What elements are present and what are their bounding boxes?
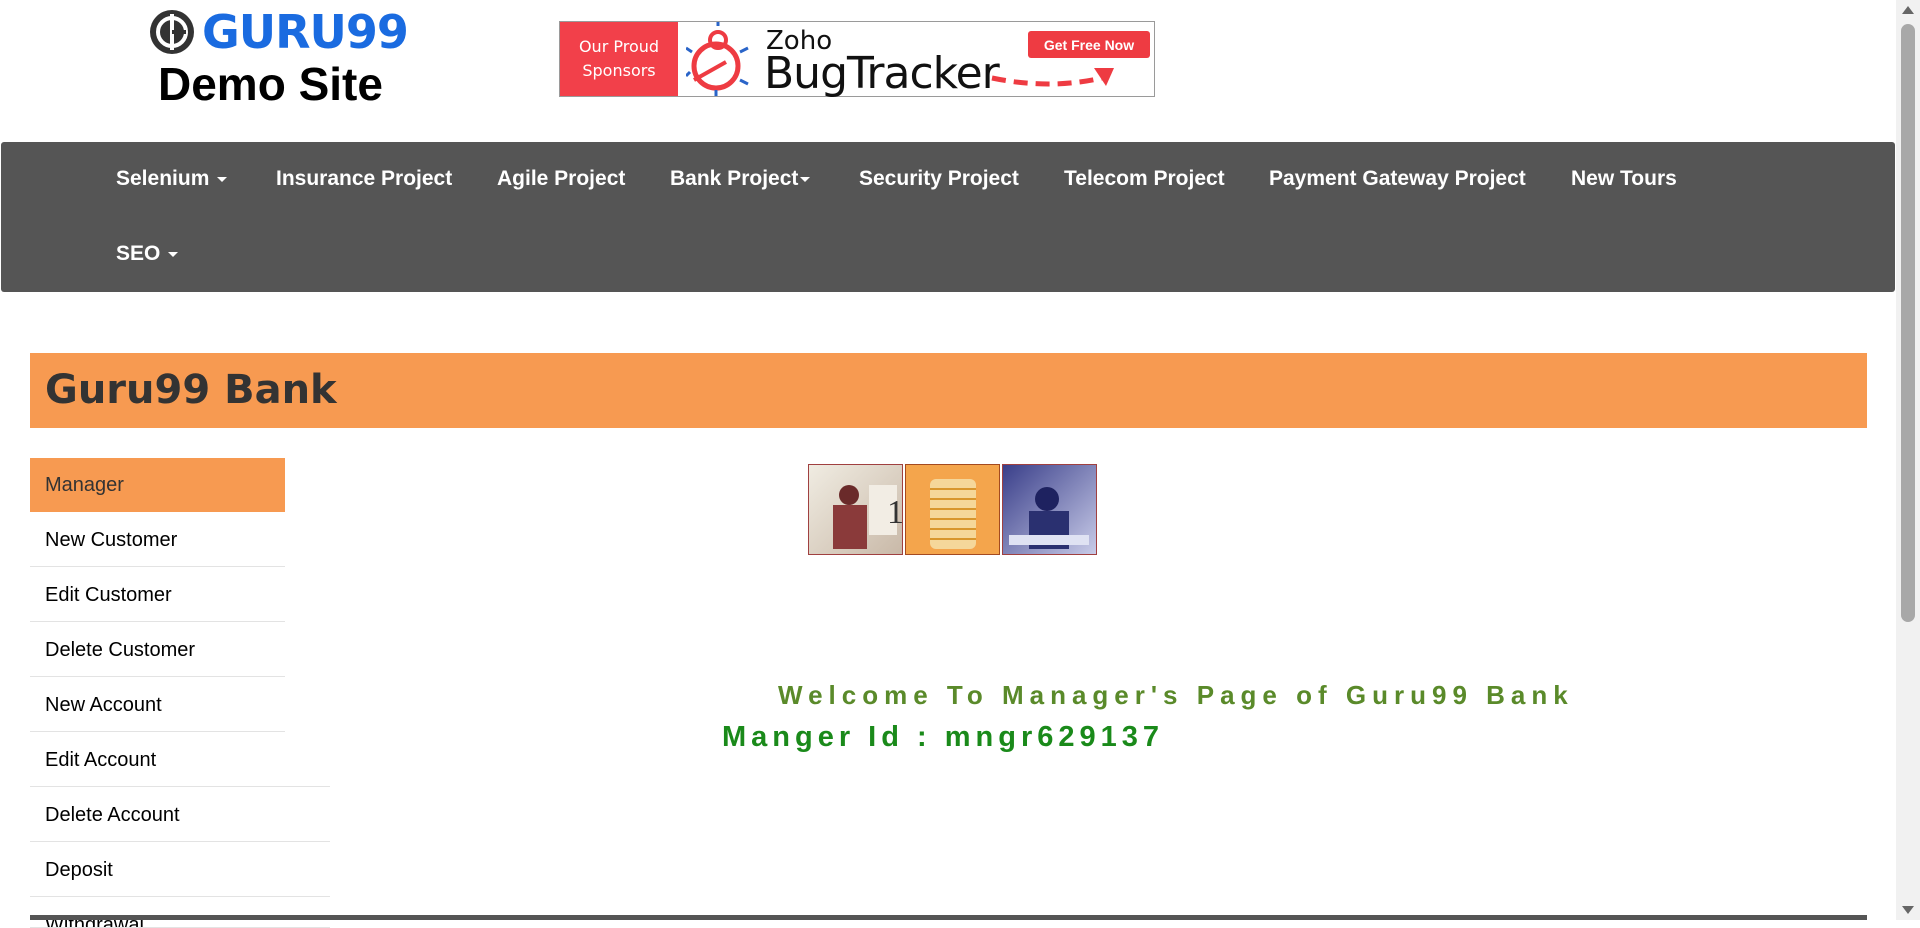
menu-edit-customer[interactable]: Edit Customer bbox=[30, 568, 285, 622]
nav-payment-gateway-project-label: Payment Gateway Project bbox=[1269, 167, 1526, 190]
sponsor-label: Our Proud Sponsors bbox=[560, 22, 678, 96]
nav-bank-project-label: Bank Project bbox=[670, 167, 799, 190]
person-desk-icon bbox=[1009, 487, 1089, 549]
menu-delete-customer[interactable]: Delete Customer bbox=[30, 623, 285, 677]
nav-seo[interactable]: SEO bbox=[116, 242, 179, 266]
coins-image bbox=[905, 464, 1000, 555]
menu-deposit[interactable]: Deposit bbox=[30, 843, 330, 897]
sponsor-brand-large: BugTracker bbox=[764, 48, 1000, 99]
guru99-logo-icon bbox=[150, 10, 194, 54]
bug-icon bbox=[686, 22, 749, 96]
sponsor-banner[interactable]: Our Proud Sponsors Zoho BugTracker Get F… bbox=[559, 21, 1155, 99]
menu-new-account[interactable]: New Account bbox=[30, 678, 285, 732]
logo-word: GURU99 bbox=[202, 5, 409, 59]
customer-photo-image bbox=[1002, 464, 1097, 555]
menu-withdrawal[interactable]: Withdrawal bbox=[30, 898, 330, 928]
nav-selenium[interactable]: Selenium bbox=[116, 167, 228, 191]
page-title-bar: Guru99 Bank bbox=[30, 353, 1867, 428]
menu-new-customer[interactable]: New Customer bbox=[30, 513, 285, 567]
person-phone-icon: 1 bbox=[833, 485, 904, 549]
scrollbar-thumb[interactable] bbox=[1901, 24, 1915, 622]
nav-new-tours[interactable]: New Tours bbox=[1571, 167, 1677, 191]
menu-edit-account[interactable]: Edit Account bbox=[30, 733, 330, 787]
nav-telecom-project-label: Telecom Project bbox=[1064, 167, 1225, 190]
chevron-down-icon bbox=[217, 176, 228, 182]
nav-security-project[interactable]: Security Project bbox=[859, 167, 1019, 191]
nav-selenium-label: Selenium bbox=[116, 167, 210, 190]
menu-manager[interactable]: Manager bbox=[30, 458, 285, 512]
logo-subtitle: Demo Site bbox=[158, 58, 383, 110]
coins-stack-icon bbox=[930, 479, 976, 549]
nav-agile-project[interactable]: Agile Project bbox=[497, 167, 625, 191]
nav-insurance-project[interactable]: Insurance Project bbox=[276, 167, 452, 191]
chevron-down-icon bbox=[168, 251, 179, 257]
nav-payment-gateway-project[interactable]: Payment Gateway Project bbox=[1269, 167, 1526, 191]
scroll-up-arrow-icon[interactable] bbox=[1902, 6, 1914, 14]
page-title: Guru99 Bank bbox=[45, 367, 337, 413]
manager-id-text: Manger Id : mngr629137 bbox=[722, 721, 1164, 753]
nav-new-tours-label: New Tours bbox=[1571, 167, 1677, 190]
welcome-message: Welcome To Manager's Page of Guru99 Bank bbox=[778, 680, 1574, 710]
scroll-down-arrow-icon[interactable] bbox=[1902, 906, 1914, 914]
vertical-scrollbar[interactable] bbox=[1896, 0, 1920, 920]
menu-delete-account[interactable]: Delete Account bbox=[30, 788, 330, 842]
nav-insurance-project-label: Insurance Project bbox=[276, 167, 453, 190]
nav-seo-label: SEO bbox=[116, 242, 161, 265]
sponsor-label-line2: Sponsors bbox=[582, 61, 656, 80]
nav-security-project-label: Security Project bbox=[859, 167, 1019, 190]
svg-text:1: 1 bbox=[887, 494, 902, 531]
manager-photo-image: 1 bbox=[808, 464, 904, 555]
dashed-arrow-icon bbox=[991, 68, 1114, 87]
site-logo[interactable]: GURU99 Demo Site bbox=[148, 5, 418, 116]
nav-bank-project[interactable]: Bank Project bbox=[670, 167, 811, 191]
nav-telecom-project[interactable]: Telecom Project bbox=[1064, 167, 1225, 191]
get-free-now-button[interactable]: Get Free Now bbox=[1028, 31, 1150, 58]
footer-divider bbox=[30, 915, 1867, 920]
nav-agile-project-label: Agile Project bbox=[497, 167, 626, 190]
chevron-down-icon bbox=[800, 176, 811, 182]
main-navbar: Selenium Insurance Project Agile Project… bbox=[1, 142, 1895, 292]
sponsor-label-line1: Our Proud bbox=[578, 37, 660, 56]
sponsor-ad: Zoho BugTracker Get Free Now bbox=[678, 22, 1154, 99]
